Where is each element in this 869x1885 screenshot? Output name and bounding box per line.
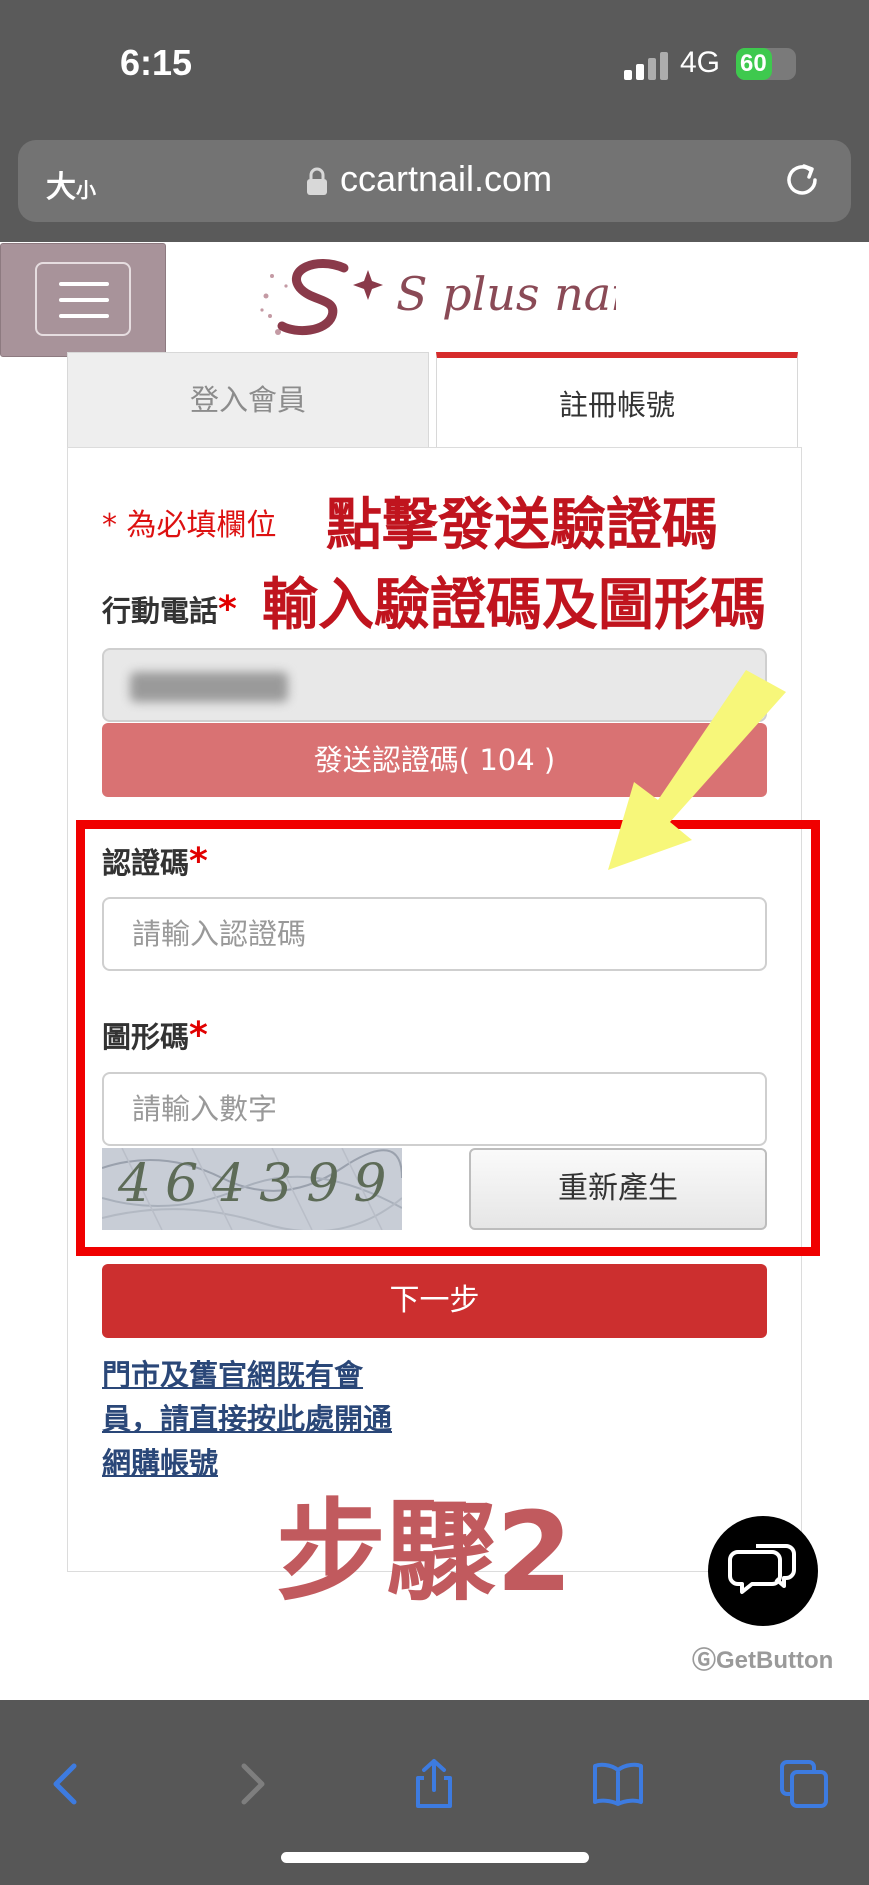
chat-button[interactable] xyxy=(708,1516,818,1626)
phone-label: 行動電話* xyxy=(102,589,237,630)
battery-label: 60 xyxy=(740,50,767,77)
cellular-signal-icon xyxy=(624,50,668,80)
required-note: * 為必填欄位 xyxy=(102,508,277,543)
tab-register[interactable]: 註冊帳號 xyxy=(436,352,798,447)
annotation-arrow xyxy=(608,670,786,870)
reload-icon[interactable] xyxy=(782,160,822,200)
annotation-step-label: 步驟2 xyxy=(276,1488,573,1616)
status-time: 6:15 xyxy=(120,42,193,83)
tabs-icon[interactable] xyxy=(778,1758,830,1810)
battery-icon: 60 xyxy=(736,48,796,80)
annotation-line-2: 輸入驗證碼及圖形碼 xyxy=(262,573,766,638)
lock-icon xyxy=(307,167,327,195)
brand-logo[interactable]: S plus nail xyxy=(256,246,616,346)
next-step-button[interactable]: 下一步 xyxy=(102,1264,767,1338)
back-icon[interactable] xyxy=(40,1758,92,1810)
browser-top-chrome: 6:15 4G 60 大小 ccartnail.com xyxy=(0,0,869,242)
home-indicator xyxy=(281,1852,589,1863)
annotation-line-1: 點擊發送驗證碼 xyxy=(326,493,718,558)
url-text[interactable]: ccartnail.com xyxy=(340,158,552,200)
text-size-button[interactable]: 大小 xyxy=(46,162,96,206)
annotation-highlight-box xyxy=(76,820,820,1256)
share-icon[interactable] xyxy=(408,1758,460,1810)
network-label: 4G xyxy=(680,46,721,79)
chat-bubbles-icon xyxy=(728,1544,796,1594)
menu-button[interactable] xyxy=(0,243,166,357)
address-bar[interactable]: 大小 ccartnail.com xyxy=(18,140,851,222)
getbutton-logo-icon: Ⓖ xyxy=(692,1647,716,1674)
svg-text:S plus nail: S plus nail xyxy=(396,267,616,321)
hamburger-icon xyxy=(35,262,131,336)
forward-icon[interactable] xyxy=(226,1758,278,1810)
getbutton-brand[interactable]: ⒼGetButton xyxy=(692,1640,833,1675)
bookmarks-icon[interactable] xyxy=(592,1758,644,1810)
tab-login[interactable]: 登入會員 xyxy=(67,352,429,447)
phone-value-redacted xyxy=(130,672,288,702)
